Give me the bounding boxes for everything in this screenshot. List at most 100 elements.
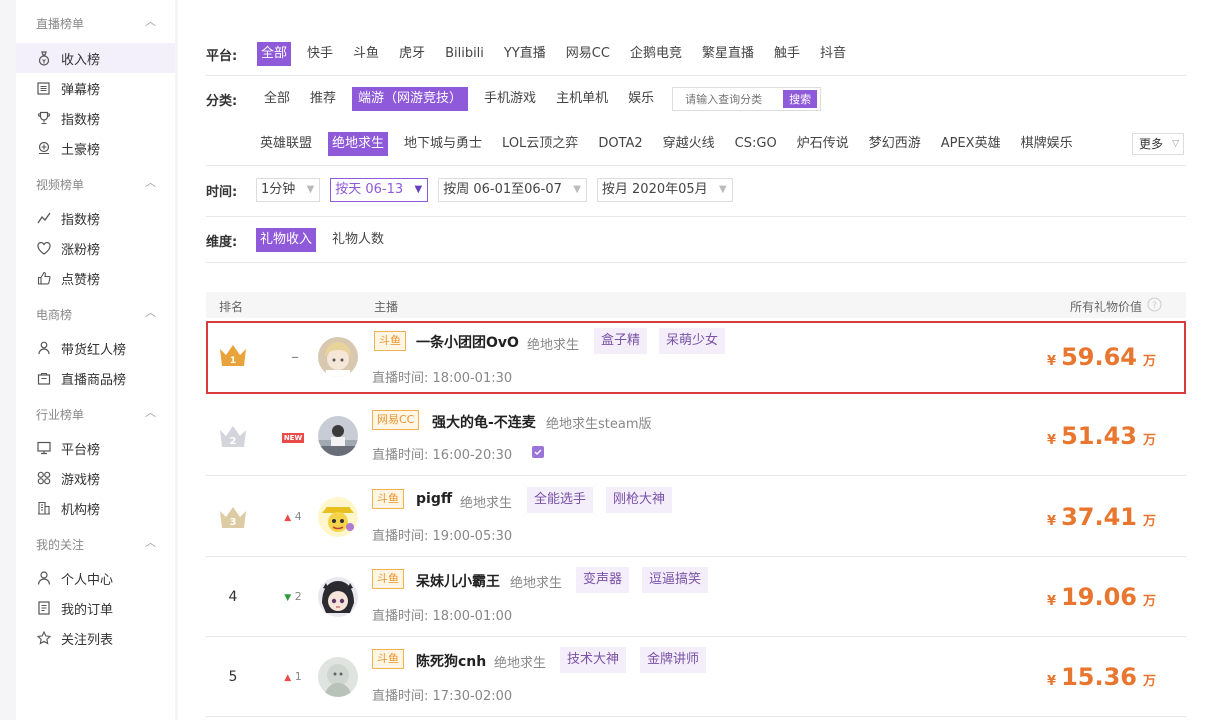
more-dropdown[interactable]: 更多 ▽ (1132, 133, 1184, 155)
info-icon[interactable]: ? (1147, 297, 1162, 315)
subcategory-option[interactable]: CS:GO (731, 132, 781, 156)
platform-option[interactable]: 快手 (303, 42, 337, 66)
sidebar-item-following[interactable]: 关注列表 (16, 623, 175, 653)
table-row[interactable]: 4 ▼ 2 斗鱼 呆妹儿小霸王 绝地求生 变声器 逗逼搞笑 直播时间: 18:0… (206, 557, 1186, 637)
list-icon (36, 81, 51, 96)
category-option-pc-games[interactable]: 端游（网游竞技） (352, 87, 469, 111)
category-option[interactable]: 娱乐 (624, 87, 658, 111)
chevron-down-icon: ▽ (1172, 139, 1179, 149)
sidebar-item-games[interactable]: 游戏榜 (16, 463, 175, 493)
category-option[interactable]: 推荐 (306, 87, 340, 111)
platform-option[interactable]: 网易CC (562, 42, 614, 66)
sidebar-item-agency[interactable]: 机构榜 (16, 493, 175, 523)
anchor-name[interactable]: pigff (416, 491, 452, 507)
rank-number: 4 (228, 589, 238, 605)
subcategory-option[interactable]: 棋牌娱乐 (1017, 132, 1077, 156)
unit-label: 万 (1142, 514, 1156, 529)
dimension-label: 维度: (206, 234, 238, 250)
platform-option[interactable]: 繁星直播 (698, 42, 758, 66)
anchor-name[interactable]: 呆妹儿小霸王 (416, 571, 500, 591)
chevron-up-icon[interactable]: ︿ (145, 534, 156, 550)
group-title-follow[interactable]: 我的关注 ︿ (36, 536, 156, 553)
avatar[interactable] (318, 416, 358, 456)
subcategory-option[interactable]: LOL云顶之弈 (498, 132, 582, 156)
anchor-category: 绝地求生 (494, 656, 547, 671)
dropdown-label: 按周 06-01至06-07 (443, 182, 562, 197)
sidebar-item-danmu[interactable]: 弹幕榜 (16, 73, 175, 103)
time-week-dropdown[interactable]: 按周 06-01至06-07 ▼ (438, 178, 587, 202)
divider (206, 165, 1186, 166)
subcategory-option[interactable]: 炉石传说 (793, 132, 853, 156)
chevron-up-icon[interactable]: ︿ (145, 404, 156, 420)
chevron-up-icon[interactable]: ︿ (145, 174, 156, 190)
avatar[interactable] (318, 337, 358, 377)
platform-option-all[interactable]: 全部 (257, 42, 292, 66)
chevron-up-icon[interactable]: ︿ (145, 304, 156, 320)
chevron-up-icon[interactable]: ︿ (145, 13, 156, 29)
category-option[interactable]: 全部 (260, 87, 294, 111)
sidebar-item-influencer[interactable]: 带货红人榜 (16, 333, 175, 363)
gift-value-number: 15.36 (1061, 663, 1137, 691)
sidebar-item-orders[interactable]: 我的订单 (16, 593, 175, 623)
dimension-option-gift-income[interactable]: 礼物收入 (256, 228, 317, 252)
time-filter: 时间: 1分钟 ▼ 按天 06-13 ▼ 按周 06-01至06-07 ▼ 按月 20… (206, 178, 743, 202)
category-search-input[interactable] (673, 92, 784, 106)
subcategory-option[interactable]: 英雄联盟 (256, 132, 316, 156)
group-title-live[interactable]: 直播榜单 ︿ (36, 15, 156, 32)
anchor-name[interactable]: 陈死狗cnh (416, 651, 486, 671)
platform-option[interactable]: 抖音 (816, 42, 850, 66)
platform-option[interactable]: 虎牙 (395, 42, 429, 66)
sidebar-item-index[interactable]: 指数榜 (16, 103, 175, 133)
live-time: 直播时间: 18:00-01:30 (372, 367, 512, 386)
subcategory-option[interactable]: 梦幻西游 (865, 132, 925, 156)
group-title-ecommerce[interactable]: 电商榜 ︿ (36, 306, 156, 323)
platform-option[interactable]: 斗鱼 (349, 42, 383, 66)
anchor-name[interactable]: 一条小团团OvO (416, 332, 519, 352)
category-option[interactable]: 手机游戏 (480, 87, 540, 111)
sidebar-item-label: 机构榜 (61, 502, 101, 518)
table-row[interactable]: 2 NEW 网易CC 强大的龟-不连麦 绝地求生steam版 直播时间: 16:… (206, 396, 1186, 476)
sidebar-item-income[interactable]: 收入榜 (16, 43, 175, 73)
time-month-dropdown[interactable]: 按月 2020年05月 ▼ (596, 178, 733, 202)
search-button[interactable]: 搜索 (783, 90, 818, 108)
dimension-option-gift-count[interactable]: 礼物人数 (328, 228, 388, 252)
money-bag-icon (36, 50, 51, 66)
bronze-crown-icon: 3 (218, 503, 248, 533)
platform-option[interactable]: 触手 (770, 42, 804, 66)
platform-option[interactable]: 企鹅电竞 (626, 42, 686, 66)
sidebar-item-rich[interactable]: 土豪榜 (16, 133, 175, 163)
group-title-video[interactable]: 视频榜单 ︿ (36, 176, 156, 193)
table-row[interactable]: 1 – 斗鱼 一条小团团OvO 绝地求生 盒子精 呆萌少女 直播时间: 18:0… (206, 321, 1186, 394)
category-search: 搜索 (672, 87, 822, 111)
group-title-industry[interactable]: 行业榜单 ︿ (36, 406, 156, 423)
subcategory-option[interactable]: 穿越火线 (659, 132, 719, 156)
subcategory-option[interactable]: APEX英雄 (937, 132, 1005, 156)
subcategory-option[interactable]: 地下城与勇士 (400, 132, 486, 156)
anchor-name[interactable]: 强大的龟-不连麦 (432, 412, 536, 432)
anchor-tag: 全能选手 (527, 487, 594, 513)
subcategory-option-pubg[interactable]: 绝地求生 (328, 132, 389, 156)
unit-label: 万 (1142, 354, 1156, 369)
table-row[interactable]: 3 ▲ 4 斗鱼 pigff 绝地求生 全能选手 刚枪大神 直播时间: 19:0… (206, 477, 1186, 557)
avatar[interactable] (318, 497, 358, 537)
sidebar-item-platform[interactable]: 平台榜 (16, 433, 175, 463)
sidebar-item-profile[interactable]: 个人中心 (16, 563, 175, 593)
currency-symbol: ¥ (1047, 594, 1057, 609)
sidebar-item-likes[interactable]: 点赞榜 (16, 263, 175, 293)
platform-option[interactable]: YY直播 (500, 42, 550, 66)
platform-option[interactable]: Bilibili (441, 42, 488, 66)
sidebar-item-products[interactable]: 直播商品榜 (16, 363, 175, 393)
subcategory-option[interactable]: DOTA2 (594, 132, 646, 156)
sidebar-item-fans[interactable]: 涨粉榜 (16, 233, 175, 263)
time-minute-dropdown[interactable]: 1分钟 ▼ (256, 178, 321, 202)
category-option[interactable]: 主机单机 (552, 87, 612, 111)
platform-label: 平台: (206, 48, 238, 64)
anchor-category: 绝地求生steam版 (546, 417, 652, 432)
sidebar-item-video-index[interactable]: 指数榜 (16, 203, 175, 233)
live-time: 直播时间: 19:00-05:30 (372, 525, 512, 544)
avatar[interactable] (318, 577, 358, 617)
rank-number: 5 (228, 669, 238, 685)
table-row[interactable]: 5 ▲ 1 斗鱼 陈死狗cnh 绝地求生 技术大神 金牌讲师 直播时间: 17:… (206, 637, 1186, 717)
avatar[interactable] (318, 657, 358, 697)
time-day-dropdown[interactable]: 按天 06-13 ▼ (330, 178, 429, 202)
